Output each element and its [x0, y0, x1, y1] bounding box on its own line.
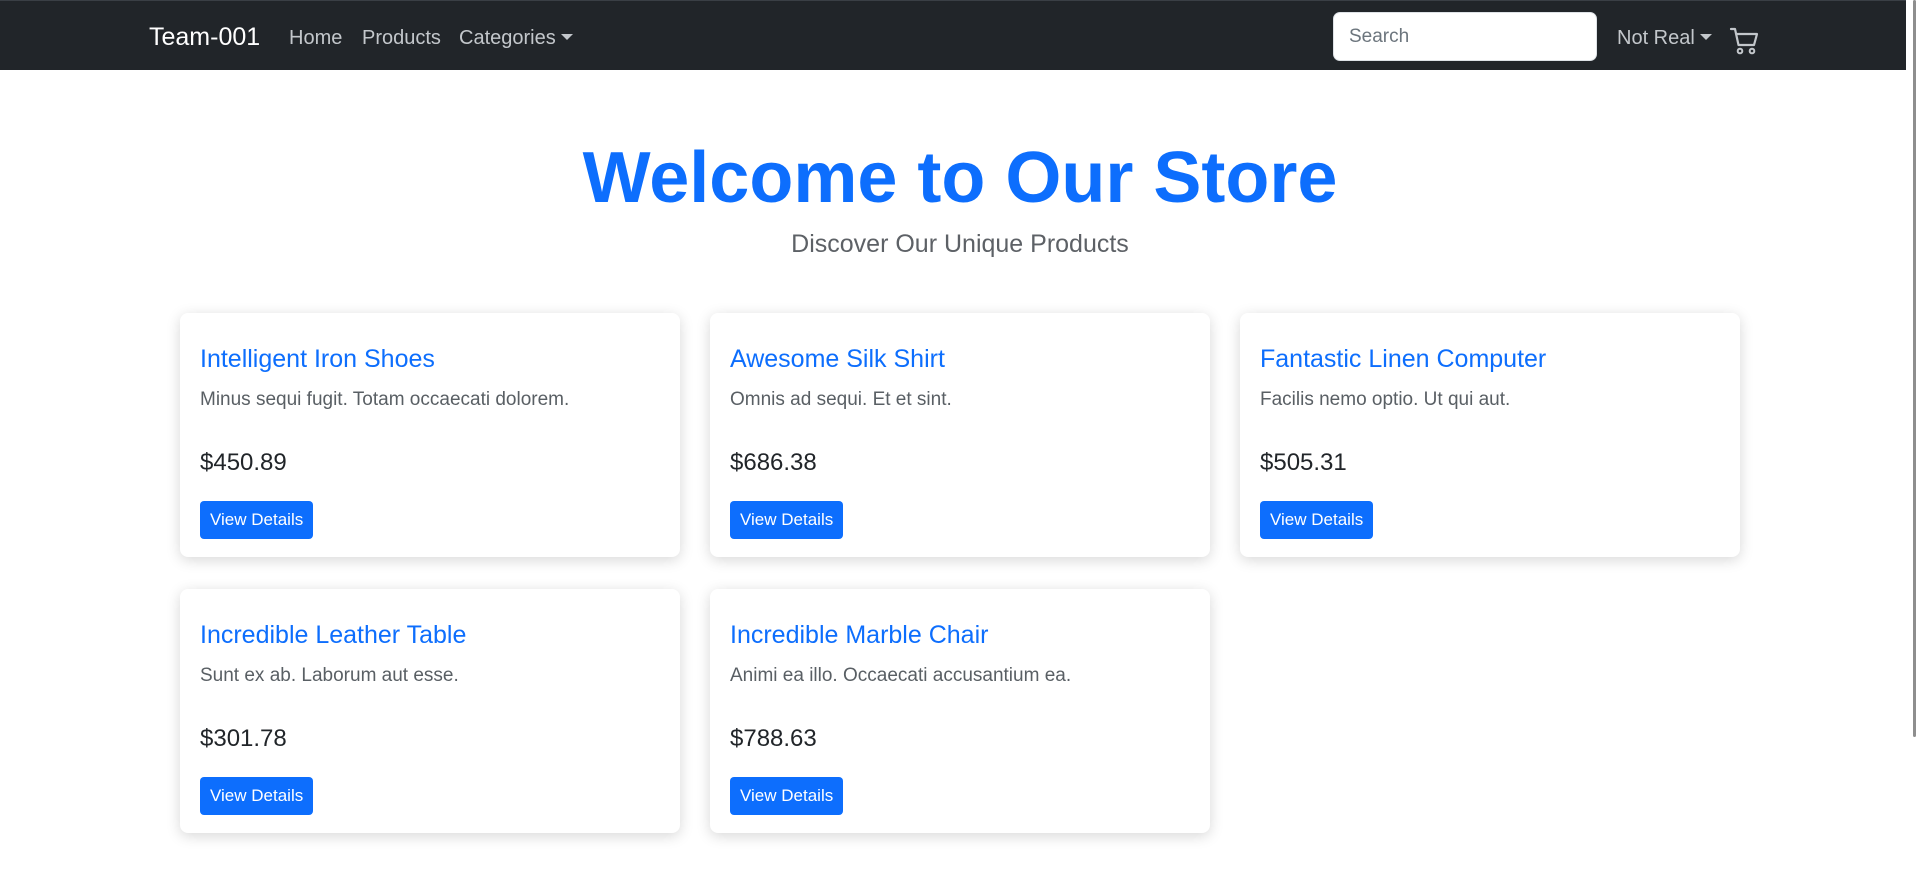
- nav-categories-label: Categories: [459, 27, 556, 49]
- view-details-button[interactable]: View Details: [730, 501, 844, 539]
- product-title[interactable]: Incredible Marble Chair: [730, 619, 988, 651]
- product-title[interactable]: Awesome Silk Shirt: [730, 343, 945, 375]
- product-description: Animi ea illo. Occaecati accusantium ea.: [730, 665, 1072, 686]
- product-description: Minus sequi fugit. Totam occaecati dolor…: [200, 389, 570, 410]
- product-description: Sunt ex ab. Laborum aut esse.: [200, 665, 459, 686]
- view-details-button[interactable]: View Details: [200, 501, 314, 539]
- product-card: Awesome Silk Shirt Omnis ad sequi. Et et…: [710, 313, 1210, 557]
- view-details-button[interactable]: View Details: [200, 777, 314, 815]
- product-card: Intelligent Iron Shoes Minus sequi fugit…: [180, 313, 680, 557]
- hero-title: Welcome to Our Store: [582, 138, 1338, 218]
- product-card: Fantastic Linen Computer Facilis nemo op…: [1240, 313, 1740, 557]
- product-title[interactable]: Incredible Leather Table: [200, 619, 466, 651]
- product-title[interactable]: Fantastic Linen Computer: [1260, 343, 1546, 375]
- product-description: Facilis nemo optio. Ut qui aut.: [1260, 389, 1511, 410]
- nav-categories-dropdown[interactable]: Categories: [459, 25, 573, 51]
- top-navbar: Team-001 Home Products Categories Not Re…: [0, 0, 1920, 70]
- product-price: $788.63: [730, 725, 817, 752]
- view-details-button[interactable]: View Details: [730, 777, 844, 815]
- product-price: $301.78: [200, 725, 287, 752]
- product-price: $505.31: [1260, 449, 1347, 476]
- search-input[interactable]: [1333, 12, 1597, 61]
- hero-subtitle: Discover Our Unique Products: [791, 230, 1129, 258]
- product-price: $686.38: [730, 449, 817, 476]
- brand-logo[interactable]: Team-001: [149, 22, 260, 52]
- user-menu-label: Not Real: [1617, 27, 1695, 49]
- view-details-button[interactable]: View Details: [1260, 501, 1374, 539]
- chevron-down-icon: [560, 34, 573, 40]
- nav-products-link[interactable]: Products: [362, 25, 441, 51]
- scrollbar-thumb[interactable]: [1913, 0, 1916, 737]
- nav-home-link[interactable]: Home: [289, 25, 342, 51]
- cart-icon[interactable]: [1729, 25, 1760, 56]
- product-description: Omnis ad sequi. Et et sint.: [730, 389, 952, 410]
- chevron-down-icon: [1699, 34, 1712, 40]
- user-menu-dropdown[interactable]: Not Real: [1617, 25, 1712, 51]
- product-price: $450.89: [200, 449, 287, 476]
- product-card: Incredible Marble Chair Animi ea illo. O…: [710, 589, 1210, 833]
- product-card: Incredible Leather Table Sunt ex ab. Lab…: [180, 589, 680, 833]
- product-title[interactable]: Intelligent Iron Shoes: [200, 343, 435, 375]
